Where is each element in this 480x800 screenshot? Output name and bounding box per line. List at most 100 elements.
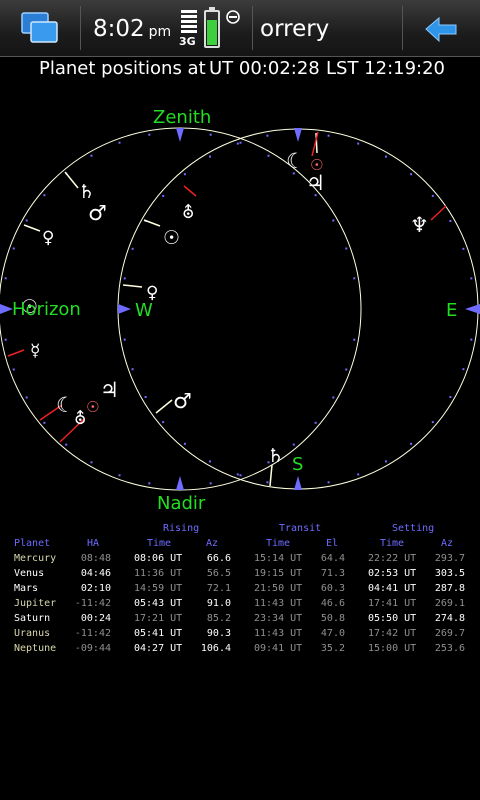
heading-ut-time: UT 00:02:28 (209, 58, 320, 79)
tick-mark (131, 247, 134, 250)
south-marker (294, 476, 302, 490)
sky-diagram: ☾ ☉ ♃ ♆ ⛢ ☉ ♀ ♂ ♄ ♄ ♂ ♀ ☉ ☿ ♃ ☾ ☉ ⛢ Zeni… (0, 107, 480, 514)
profile-icon (226, 10, 240, 24)
west-label: W (135, 300, 153, 321)
cell-rise-az: 72.1 (206, 583, 231, 594)
tick-mark (449, 396, 452, 398)
mercury-symbol: ☿ (30, 341, 40, 361)
zenith-label: Zenith (153, 107, 211, 128)
tick-mark (12, 247, 15, 250)
cell-ha: 08:48 (80, 553, 111, 564)
cell-set-az: 274.8 (434, 613, 465, 624)
cell-transit-time: 11:43 UT (254, 628, 303, 639)
tick-mark (25, 396, 28, 399)
cell-set-az: 269.7 (434, 628, 465, 639)
back-button[interactable] (414, 12, 464, 46)
cell-ha: -11:42 (74, 628, 111, 639)
cell-rise-time: 14:59 UT (134, 583, 183, 594)
tick-mark (209, 133, 212, 136)
cell-set-time: 17:42 UT (368, 628, 417, 639)
clock-ampm: pm (148, 24, 172, 40)
tick-mark (385, 460, 387, 463)
heading-lst-time: LST 12:19:20 (326, 58, 446, 79)
clock: 8:02 pm (93, 16, 171, 42)
network-type: 3G (179, 35, 196, 48)
jupiter-symbol: ♃ (306, 171, 325, 195)
table-row: Saturn 00:24 17:21 UT 85.2 23:34 UT 50.8 05:50… (0, 613, 480, 628)
tick-mark (470, 277, 473, 280)
cell-ha: 04:46 (80, 568, 111, 579)
south-label: S (292, 454, 303, 475)
horizon-label: Horizon (12, 299, 81, 320)
tick-mark (131, 368, 134, 371)
tick-mark (314, 421, 317, 424)
cell-transit-time: 23:34 UT (254, 613, 303, 624)
tick-mark (470, 338, 473, 341)
cell-set-time: 02:53 UT (368, 568, 417, 579)
tick-mark (43, 421, 46, 424)
tick-mark (327, 134, 330, 137)
cell-rise-az: 90.3 (206, 628, 231, 639)
planet-table: Rising Transit Setting Planet HA Time Az… (0, 523, 480, 658)
cell-rise-time: 11:36 UT (134, 568, 183, 579)
mars-symbol: ♂ (88, 201, 107, 225)
tick-mark (162, 421, 165, 424)
planet-line (155, 399, 173, 414)
cell-rise-az: 56.5 (206, 568, 231, 579)
cell-rise-az: 66.6 (206, 553, 231, 564)
tick-mark (144, 396, 147, 398)
col-ha: HA (87, 538, 100, 549)
planet-line (122, 284, 143, 288)
neptune-symbol: ♆ (410, 213, 429, 237)
zenith-ring (117, 128, 479, 490)
moon-symbol: ☾ (286, 149, 305, 173)
col-set-az: Az (441, 538, 454, 549)
nadir-marker (176, 476, 184, 490)
north-marker (294, 128, 302, 142)
task-switcher-icon[interactable] (20, 11, 60, 45)
cell-rise-time: 17:21 UT (134, 613, 183, 624)
cell-rise-time: 05:43 UT (134, 598, 183, 609)
cell-transit-el: 50.8 (320, 613, 345, 624)
table-column-header: Planet HA Time Az Time El Time Az (0, 538, 480, 553)
tick-mark (462, 247, 465, 250)
tick-mark (462, 368, 465, 371)
clock-time: 8:02 (93, 16, 145, 42)
tick-mark (449, 220, 452, 222)
tick-mark (183, 173, 186, 176)
moon-symbol: ☾ (56, 393, 75, 417)
planet-symbols: ☾ ☉ ♃ ♆ ⛢ ☉ ♀ ♂ ♄ ♄ ♂ ♀ ☉ ☿ ♃ ☾ ☉ ⛢ (21, 149, 429, 467)
tick-mark (4, 338, 7, 341)
cell-set-az: 303.5 (434, 568, 465, 579)
uranus-symbol: ⛢ (182, 203, 194, 223)
tick-mark (90, 461, 93, 464)
cell-rise-az: 91.0 (206, 598, 231, 609)
tick-mark (209, 155, 211, 158)
venus-symbol: ♀ (42, 228, 54, 248)
cell-rise-az: 85.2 (206, 613, 231, 624)
tick-mark (65, 443, 68, 446)
heading-label: Planet positions at (39, 58, 206, 79)
saturn-symbol: ♄ (78, 181, 95, 203)
zenith-marker (176, 128, 184, 142)
cell-transit-el: 35.2 (320, 643, 345, 654)
tick-mark (266, 134, 269, 137)
tick-mark (43, 194, 46, 197)
tick-mark (410, 173, 413, 176)
tick-mark (148, 133, 151, 136)
table-row: Mars 02:10 14:59 UT 72.1 21:50 UT 60.3 04:41 U… (0, 583, 480, 598)
sun-symbol: ☉ (86, 398, 99, 416)
east-marker (465, 304, 480, 314)
cell-ha: 00:24 (80, 613, 111, 624)
cell-set-az: 269.1 (434, 598, 465, 609)
cell-set-time: 04:41 UT (368, 583, 417, 594)
tick-mark (266, 481, 269, 484)
cell-rise-az: 106.4 (200, 643, 231, 654)
table-row: Neptune -09:44 04:27 UT 106.4 09:41 UT 35.2 15… (0, 643, 480, 658)
cell-transit-time: 09:41 UT (254, 643, 303, 654)
tick-mark (183, 442, 186, 445)
tick-mark (353, 338, 356, 341)
cell-transit-time: 11:43 UT (254, 598, 303, 609)
tick-mark (25, 219, 28, 222)
tick-mark (292, 443, 295, 446)
